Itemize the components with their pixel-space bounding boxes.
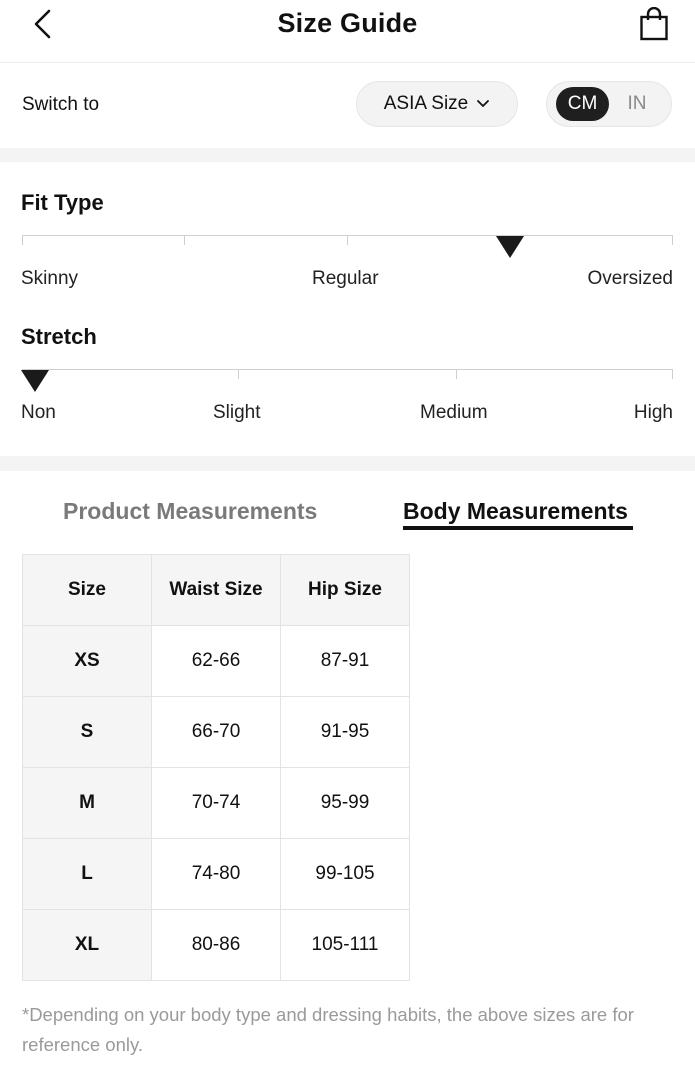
fit-type-title: Fit Type xyxy=(21,190,104,215)
fit-type-marker xyxy=(496,236,524,258)
shopping-bag-button[interactable] xyxy=(637,6,671,46)
size-cell: M xyxy=(22,767,152,839)
stretch-scale xyxy=(22,369,673,379)
stretch-label-high: High xyxy=(633,402,673,423)
unit-option-cm[interactable]: CM xyxy=(556,87,609,121)
unit-switch-row: Switch to ASIA Size CM IN xyxy=(0,63,695,148)
table-row: XS 62-66 87-91 xyxy=(22,625,410,697)
table-row: S 66-70 91-95 xyxy=(22,696,410,768)
table-row: XL 80-86 105-111 xyxy=(22,909,410,981)
stretch-title: Stretch xyxy=(21,324,97,349)
tab-body-measurements[interactable]: Body Measurements xyxy=(403,498,628,525)
tab-product-measurements[interactable]: Product Measurements xyxy=(63,498,317,525)
fit-label-skinny: Skinny xyxy=(21,268,79,289)
size-cell: S xyxy=(22,696,152,768)
stretch-label-medium: Medium xyxy=(420,402,488,423)
hip-cell: 95-99 xyxy=(280,767,410,839)
waist-cell: 74-80 xyxy=(151,838,281,910)
switch-to-label: Switch to xyxy=(22,94,100,115)
waist-cell: 62-66 xyxy=(151,625,281,697)
size-cell: L xyxy=(22,838,152,910)
header-waist-size: Waist Size xyxy=(151,554,281,626)
stretch-label-slight: Slight xyxy=(213,402,261,423)
disclaimer-note: *Depending on your body type and dressin… xyxy=(22,1004,634,1055)
waist-cell: 80-86 xyxy=(151,909,281,981)
hip-cell: 87-91 xyxy=(280,625,410,697)
size-table: Size Waist Size Hip Size XS 62-66 87-91 … xyxy=(22,554,410,981)
scale-tick xyxy=(672,369,673,379)
unit-option-in[interactable]: IN xyxy=(613,87,661,121)
chevron-down-icon xyxy=(476,93,490,115)
scale-tick xyxy=(672,235,673,245)
size-cell: XL xyxy=(22,909,152,981)
stretch-marker xyxy=(21,370,49,392)
region-size-value: ASIA Size xyxy=(383,93,469,114)
section-divider xyxy=(0,456,695,471)
table-row: M 70-74 95-99 xyxy=(22,767,410,839)
top-bar: Size Guide xyxy=(0,0,695,63)
table-header-row: Size Waist Size Hip Size xyxy=(22,554,410,626)
scale-tick xyxy=(238,369,239,379)
hip-cell: 99-105 xyxy=(280,838,410,910)
region-size-dropdown[interactable]: ASIA Size xyxy=(356,81,518,127)
page-title: Size Guide xyxy=(277,8,418,38)
stretch-label-non: Non xyxy=(21,402,56,423)
shopping-bag-icon xyxy=(639,6,669,46)
hip-cell: 105-111 xyxy=(280,909,410,981)
header-hip-size: Hip Size xyxy=(280,554,410,626)
fit-type-scale xyxy=(22,235,673,245)
size-cell: XS xyxy=(22,625,152,697)
active-tab-indicator xyxy=(403,526,633,530)
fit-label-regular: Regular xyxy=(312,268,379,289)
table-row: L 74-80 99-105 xyxy=(22,838,410,910)
fit-label-oversized: Oversized xyxy=(587,268,673,289)
header-size: Size xyxy=(22,554,152,626)
waist-cell: 66-70 xyxy=(151,696,281,768)
hip-cell: 91-95 xyxy=(280,696,410,768)
measurement-tabs: Product Measurements Body Measurements xyxy=(0,496,695,536)
scale-tick xyxy=(347,235,348,245)
section-divider xyxy=(0,148,695,162)
waist-cell: 70-74 xyxy=(151,767,281,839)
scale-tick xyxy=(456,369,457,379)
scale-tick xyxy=(184,235,185,245)
scale-tick xyxy=(22,235,23,245)
unit-toggle: CM IN xyxy=(546,81,672,127)
